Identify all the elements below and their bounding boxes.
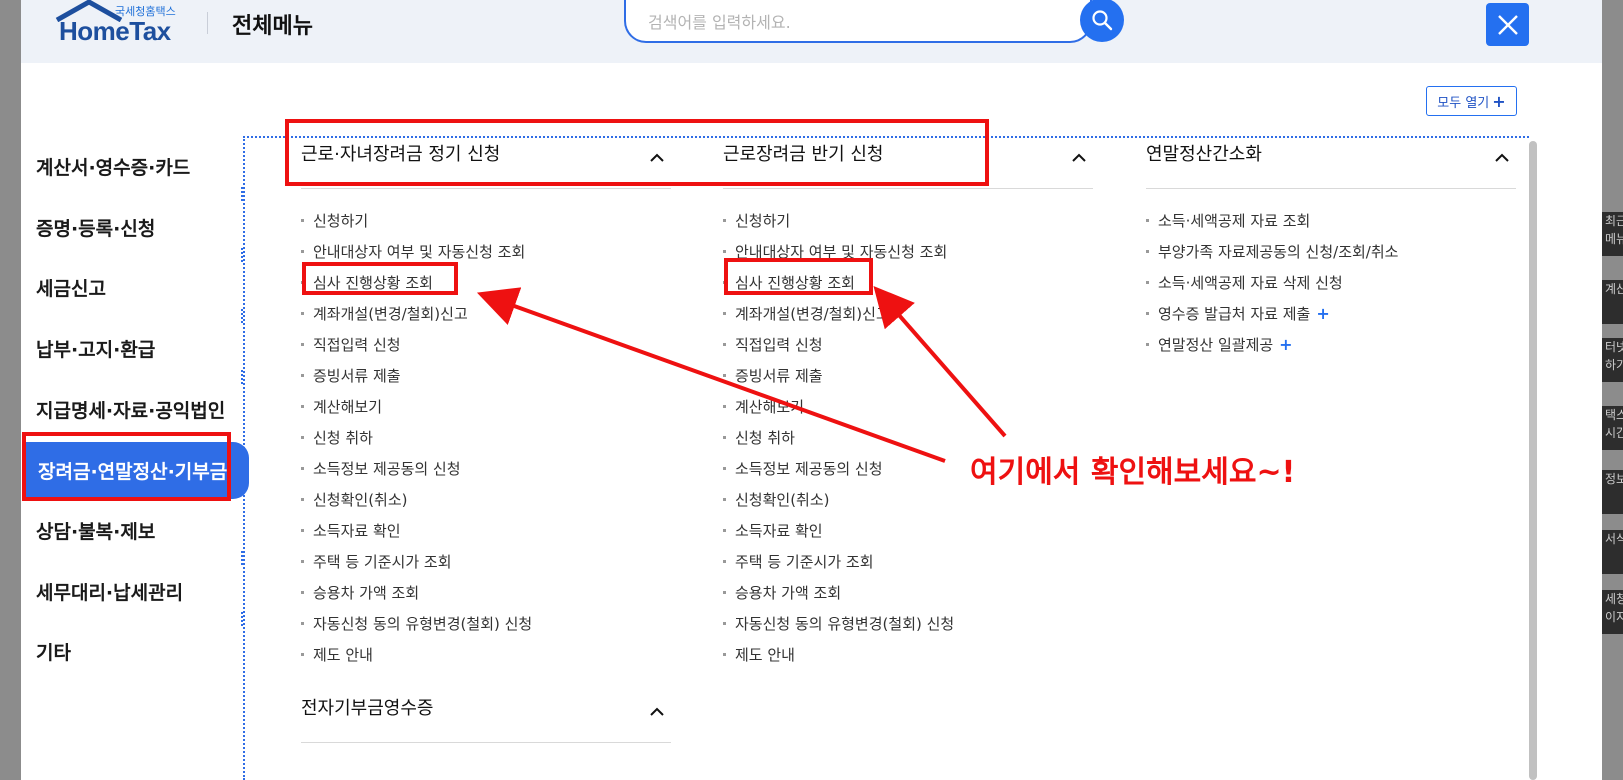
menu-item[interactable]: 자동신청 동의 유형변경(철회) 신청 xyxy=(723,616,954,647)
menu-item[interactable]: 소득정보 제공동의 신청 xyxy=(301,461,532,492)
menu-item[interactable]: 계산해보기 xyxy=(723,399,954,430)
menu-item[interactable]: 신청 취하 xyxy=(723,430,954,461)
menu-item[interactable]: 소득정보 제공동의 신청 xyxy=(723,461,954,492)
backdrop-right xyxy=(1602,0,1623,780)
expand-plus-icon[interactable]: + xyxy=(1279,335,1292,354)
open-all-button[interactable]: 모두 열기 + xyxy=(1426,86,1517,116)
logo-brand: HomeTax xyxy=(59,16,171,46)
right-quick-tab[interactable]: 택스 시간 xyxy=(1602,406,1623,450)
section-title[interactable]: 전자기부금영수증 xyxy=(301,694,433,738)
menu-item[interactable]: 연말정산 일괄제공 + xyxy=(1146,337,1398,368)
expand-plus-icon[interactable]: + xyxy=(1316,304,1329,323)
menu-item[interactable]: 직접입력 신청 xyxy=(723,337,954,368)
header-divider xyxy=(207,12,208,34)
close-icon xyxy=(1497,14,1518,35)
section-title[interactable]: 연말정산간소화 xyxy=(1146,140,1262,184)
menu-item[interactable]: 계좌개설(변경/철회)신고 xyxy=(723,306,954,337)
sidebar-item-payment[interactable]: 납부·고지·환급 xyxy=(21,320,247,377)
hometax-logo[interactable]: 국세청홈택스 HomeTax xyxy=(51,0,181,48)
close-button[interactable] xyxy=(1486,3,1529,46)
menu-item[interactable]: 계좌개설(변경/철회)신고 xyxy=(301,306,532,337)
divider xyxy=(301,188,671,189)
page-title: 전체메뉴 xyxy=(232,14,313,39)
modal-header: 국세청홈택스 HomeTax 전체메뉴 xyxy=(21,0,1602,63)
menu-item[interactable]: 소득·세액공제 자료 삭제 신청 xyxy=(1146,275,1398,306)
highlight-box-review-status-1 xyxy=(302,262,458,295)
sidebar-item-invoice[interactable]: 계산서·영수증·카드 xyxy=(21,138,247,195)
annotation-text: 여기에서 확인해보세요~! xyxy=(970,455,1296,490)
sidebar-item-etc[interactable]: 기타 xyxy=(21,623,247,680)
sidebar-item-consulting[interactable]: 상담·불복·제보 xyxy=(21,502,247,559)
menu-item[interactable]: 증빙서류 제출 xyxy=(301,368,532,399)
highlight-box-sidebar-active xyxy=(22,432,231,501)
right-quick-tab[interactable]: 최근 메뉴 xyxy=(1602,212,1623,256)
right-quick-tab[interactable]: 계산 xyxy=(1602,280,1623,324)
menu-item[interactable]: 증빙서류 제출 xyxy=(723,368,954,399)
menu-item[interactable]: 부양가족 자료제공동의 신청/조회/취소 xyxy=(1146,244,1398,275)
highlight-box-review-status-2 xyxy=(724,258,873,295)
right-quick-tab[interactable]: 터넷 하기 xyxy=(1602,338,1623,382)
menu-item[interactable]: 직접입력 신청 xyxy=(301,337,532,368)
plus-icon: + xyxy=(1492,91,1506,111)
open-all-label: 모두 열기 xyxy=(1437,95,1490,111)
right-quick-tab[interactable]: 세청 이지 xyxy=(1602,590,1623,634)
chevron-up-icon[interactable] xyxy=(1494,150,1510,166)
search-box xyxy=(624,0,1092,43)
menu-item[interactable]: 신청확인(취소) xyxy=(301,492,532,523)
menu-item[interactable]: 신청하기 xyxy=(301,213,532,244)
sidebar-item-statement[interactable]: 지급명세·자료·공익법인 xyxy=(21,381,247,438)
menu-item[interactable]: 계산해보기 xyxy=(301,399,532,430)
menu-item[interactable]: 소득·세액공제 자료 조회 xyxy=(1146,213,1398,244)
menu-item[interactable]: 승용차 가액 조회 xyxy=(301,585,532,616)
right-quick-tab[interactable]: 정보 xyxy=(1602,470,1623,514)
menu-item[interactable]: 영수증 발급처 자료 제출 + xyxy=(1146,306,1398,337)
sidebar-item-tax-return[interactable]: 세금신고 xyxy=(21,259,247,316)
right-quick-tab[interactable]: 서식 xyxy=(1602,530,1623,574)
full-menu-modal: 국세청홈택스 HomeTax 전체메뉴 모두 열기 + 계산서·영수증·카드 증… xyxy=(21,0,1602,780)
search-button[interactable] xyxy=(1080,0,1124,42)
backdrop-left xyxy=(0,0,21,780)
menu-item[interactable]: 신청 취하 xyxy=(301,430,532,461)
search-icon xyxy=(1092,10,1113,31)
divider xyxy=(301,742,671,743)
menu-item[interactable]: 신청확인(취소) xyxy=(723,492,954,523)
divider xyxy=(1146,188,1516,189)
menu-item[interactable]: 주택 등 기준시가 조회 xyxy=(301,554,532,585)
menu-item[interactable]: 소득자료 확인 xyxy=(301,523,532,554)
scrollbar[interactable] xyxy=(1529,141,1537,780)
menu-item[interactable]: 제도 안내 xyxy=(723,647,954,678)
sidebar-item-agent[interactable]: 세무대리·납세관리 xyxy=(21,563,247,620)
menu-item[interactable]: 승용차 가액 조회 xyxy=(723,585,954,616)
menu-item[interactable]: 자동신청 동의 유형변경(철회) 신청 xyxy=(301,616,532,647)
menu-item[interactable]: 주택 등 기준시가 조회 xyxy=(723,554,954,585)
menu-item[interactable]: 소득자료 확인 xyxy=(723,523,954,554)
chevron-up-icon[interactable] xyxy=(1071,150,1087,166)
chevron-up-icon[interactable] xyxy=(649,704,665,720)
menu-item[interactable]: 신청하기 xyxy=(723,213,954,244)
divider xyxy=(723,188,1093,189)
highlight-box-section-titles xyxy=(285,119,989,186)
sidebar-item-certificate[interactable]: 증명·등록·신청 xyxy=(21,199,247,256)
menu-item[interactable]: 제도 안내 xyxy=(301,647,532,678)
search-input[interactable] xyxy=(646,8,1070,36)
menu-list: 소득·세액공제 자료 조회 부양가족 자료제공동의 신청/조회/취소 소득·세액… xyxy=(1146,213,1398,368)
